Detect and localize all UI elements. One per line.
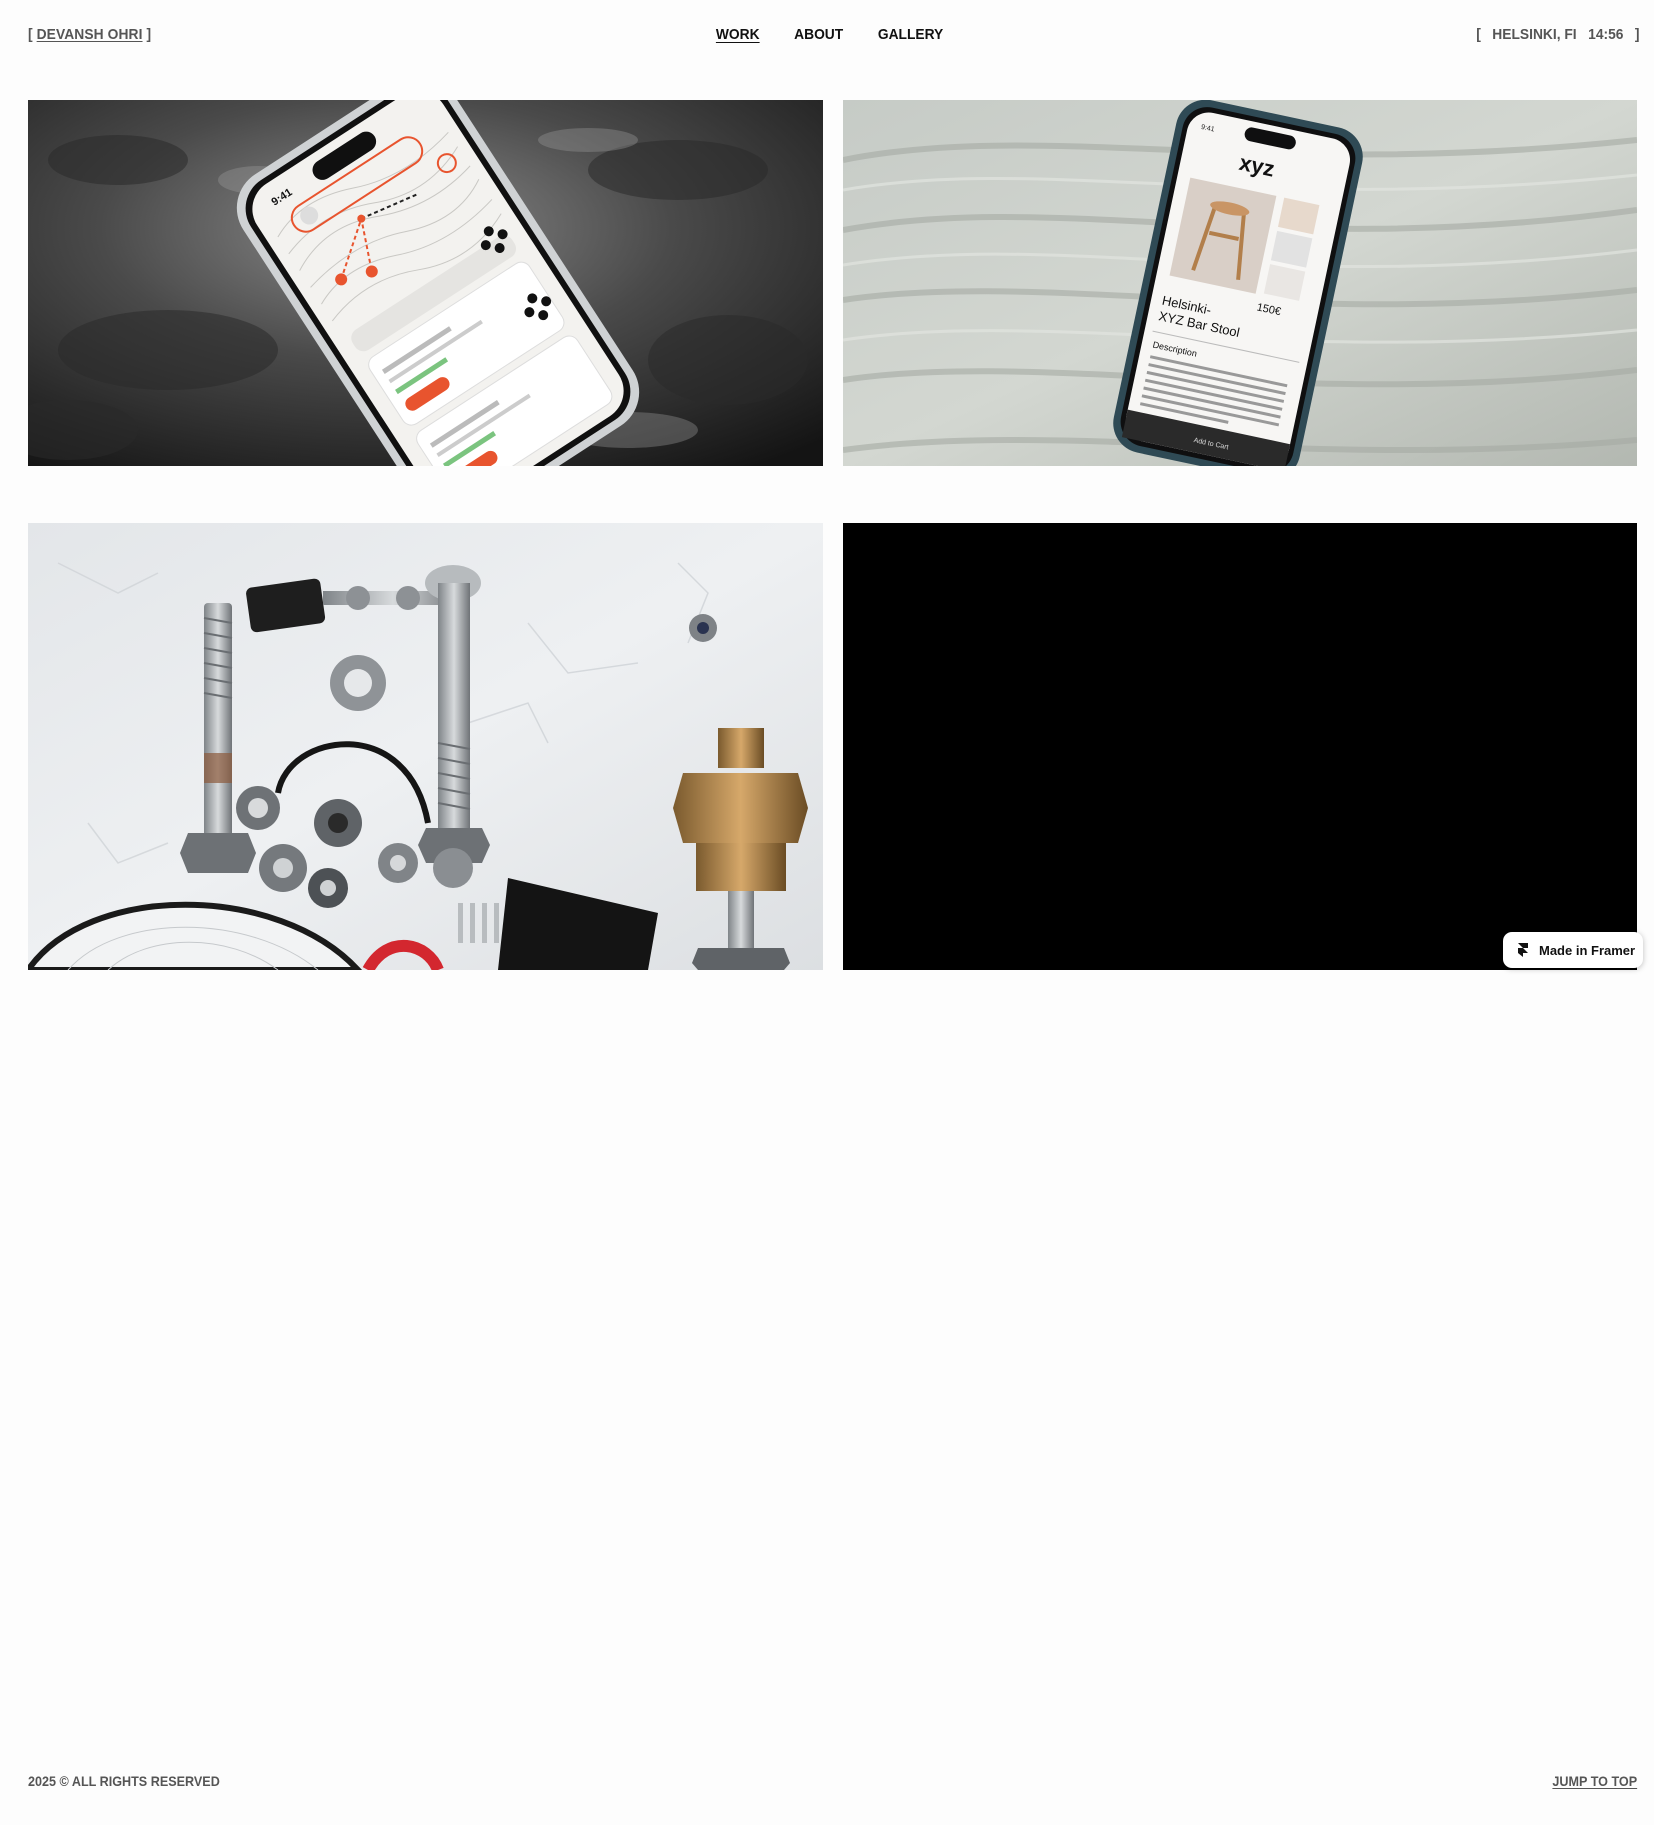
framer-icon (1518, 943, 1528, 957)
main-nav: WORK ABOUT GALLERY (714, 26, 946, 43)
project-tile-map-app[interactable]: 9:41 (28, 100, 823, 466)
jump-to-top-link[interactable]: JUMP TO TOP (1552, 1773, 1637, 1789)
project-tile-shop-app[interactable]: 9:41 xyz 150€ Helsinki- XYZ Bar Stool De… (843, 100, 1637, 466)
nav-work[interactable]: WORK (716, 26, 760, 43)
hardware-parts-image (28, 523, 823, 970)
location-clock: [ HELSINKI, FI 14:56 ] (1476, 26, 1640, 43)
brand-bracket-close: ] (142, 26, 152, 43)
copyright: 2025 © ALL RIGHTS RESERVED (28, 1773, 220, 1789)
project-tile-video[interactable] (843, 523, 1637, 970)
nav-about[interactable]: ABOUT (794, 26, 843, 43)
project-tile-hardware[interactable] (28, 523, 823, 970)
brand[interactable]: [ DEVANSH OHRI ] (28, 26, 151, 43)
phone-map-app-image: 9:41 (28, 100, 823, 466)
nav-gallery[interactable]: GALLERY (878, 26, 943, 43)
made-in-framer-label: Made in Framer (1539, 942, 1636, 958)
brand-name[interactable]: DEVANSH OHRI (37, 26, 143, 43)
phone-shop-app-image: 9:41 xyz 150€ Helsinki- XYZ Bar Stool De… (843, 100, 1637, 466)
site-header: [ DEVANSH OHRI ] WORK ABOUT GALLERY [ HE… (0, 0, 1654, 72)
made-in-framer-badge[interactable]: Made in Framer (1503, 932, 1643, 968)
page: [ DEVANSH OHRI ] WORK ABOUT GALLERY [ HE… (0, 0, 1654, 1825)
